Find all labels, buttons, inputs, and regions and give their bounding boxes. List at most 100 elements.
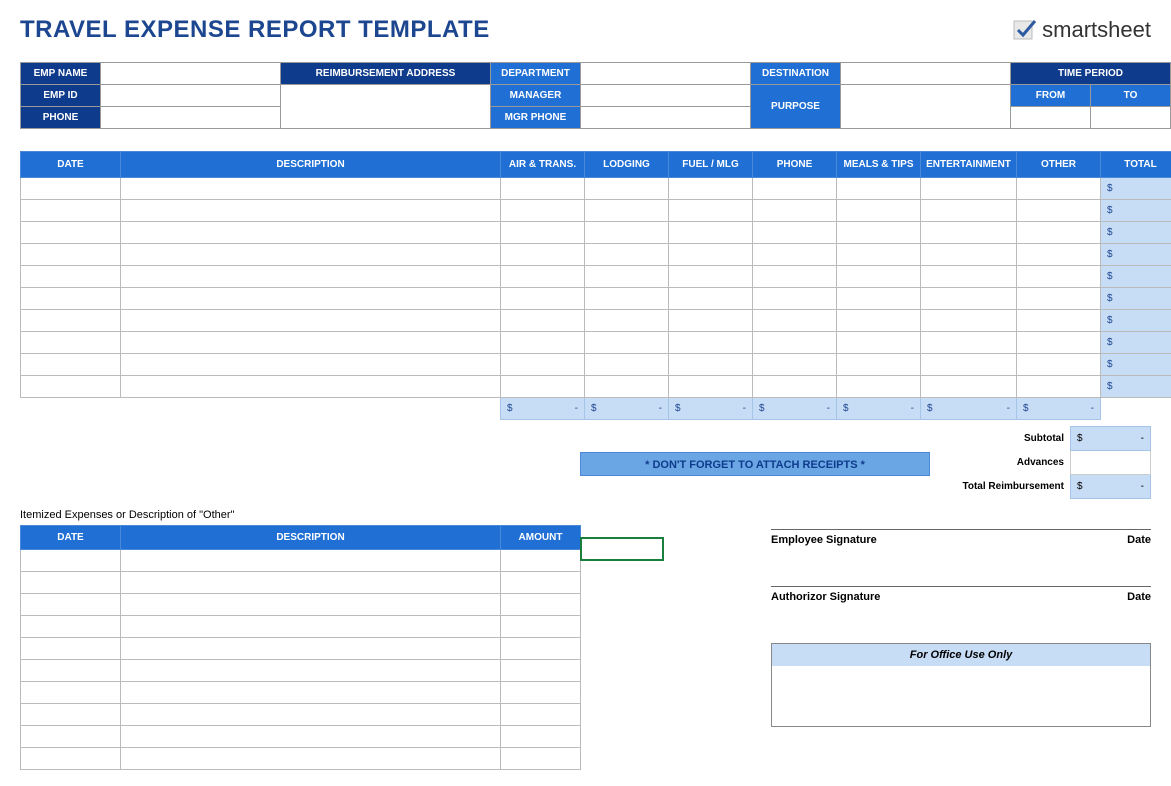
- itemized-cell[interactable]: [21, 550, 121, 572]
- expense-cell[interactable]: [585, 310, 669, 332]
- phone-field[interactable]: [101, 107, 281, 129]
- expense-cell[interactable]: [121, 354, 501, 376]
- expense-cell[interactable]: [669, 266, 753, 288]
- expense-cell[interactable]: [669, 310, 753, 332]
- reimb-addr-field[interactable]: [281, 85, 491, 129]
- expense-cell[interactable]: [121, 376, 501, 398]
- expense-cell[interactable]: [921, 244, 1017, 266]
- expense-cell[interactable]: [669, 332, 753, 354]
- itemized-cell[interactable]: [501, 748, 581, 770]
- expense-cell[interactable]: [669, 200, 753, 222]
- expense-cell[interactable]: [121, 178, 501, 200]
- emp-id-field[interactable]: [101, 85, 281, 107]
- purpose-field[interactable]: [841, 85, 1011, 129]
- expense-cell[interactable]: [921, 376, 1017, 398]
- itemized-cell[interactable]: [21, 616, 121, 638]
- office-use-body[interactable]: [772, 666, 1150, 726]
- expense-cell[interactable]: [1017, 178, 1101, 200]
- expense-cell[interactable]: [837, 244, 921, 266]
- expense-cell[interactable]: [21, 332, 121, 354]
- itemized-cell[interactable]: [21, 704, 121, 726]
- itemized-cell[interactable]: [21, 660, 121, 682]
- itemized-cell[interactable]: [21, 748, 121, 770]
- itemized-cell[interactable]: [501, 704, 581, 726]
- itemized-cell[interactable]: [121, 638, 501, 660]
- itemized-cell[interactable]: [21, 594, 121, 616]
- expense-cell[interactable]: [501, 310, 585, 332]
- expense-cell[interactable]: [1017, 310, 1101, 332]
- from-field[interactable]: [1011, 107, 1091, 129]
- expense-cell[interactable]: [1017, 222, 1101, 244]
- itemized-cell[interactable]: [121, 704, 501, 726]
- itemized-cell[interactable]: [501, 594, 581, 616]
- expense-cell[interactable]: [585, 244, 669, 266]
- expense-cell[interactable]: [21, 244, 121, 266]
- manager-field[interactable]: [581, 85, 751, 107]
- expense-cell[interactable]: [121, 222, 501, 244]
- expense-cell[interactable]: [21, 376, 121, 398]
- to-field[interactable]: [1091, 107, 1171, 129]
- expense-cell[interactable]: [1017, 200, 1101, 222]
- expense-cell[interactable]: [837, 354, 921, 376]
- expense-cell[interactable]: [837, 376, 921, 398]
- expense-cell[interactable]: [585, 178, 669, 200]
- expense-cell[interactable]: [921, 310, 1017, 332]
- expense-cell[interactable]: [585, 200, 669, 222]
- itemized-cell[interactable]: [501, 572, 581, 594]
- expense-cell[interactable]: [21, 266, 121, 288]
- itemized-cell[interactable]: [501, 638, 581, 660]
- expense-cell[interactable]: [21, 288, 121, 310]
- expense-cell[interactable]: [921, 332, 1017, 354]
- expense-cell[interactable]: [1017, 288, 1101, 310]
- itemized-cell[interactable]: [501, 550, 581, 572]
- advances-value[interactable]: [1071, 451, 1151, 475]
- expense-cell[interactable]: [921, 266, 1017, 288]
- expense-cell[interactable]: [21, 310, 121, 332]
- expense-cell[interactable]: [585, 266, 669, 288]
- expense-cell[interactable]: [921, 200, 1017, 222]
- expense-cell[interactable]: [837, 178, 921, 200]
- itemized-cell[interactable]: [121, 594, 501, 616]
- expense-cell[interactable]: [121, 244, 501, 266]
- expense-cell[interactable]: [501, 332, 585, 354]
- expense-cell[interactable]: [21, 222, 121, 244]
- expense-cell[interactable]: [501, 222, 585, 244]
- expense-cell[interactable]: [121, 288, 501, 310]
- itemized-cell[interactable]: [501, 660, 581, 682]
- expense-cell[interactable]: [753, 222, 837, 244]
- expense-cell[interactable]: [921, 354, 1017, 376]
- expense-cell[interactable]: [921, 178, 1017, 200]
- expense-cell[interactable]: [501, 200, 585, 222]
- expense-cell[interactable]: [669, 354, 753, 376]
- expense-cell[interactable]: [1017, 332, 1101, 354]
- expense-cell[interactable]: [753, 266, 837, 288]
- expense-cell[interactable]: [753, 332, 837, 354]
- expense-cell[interactable]: [585, 354, 669, 376]
- itemized-cell[interactable]: [121, 572, 501, 594]
- expense-cell[interactable]: [753, 310, 837, 332]
- expense-cell[interactable]: [1017, 376, 1101, 398]
- itemized-cell[interactable]: [501, 726, 581, 748]
- expense-cell[interactable]: [837, 222, 921, 244]
- expense-cell[interactable]: [669, 376, 753, 398]
- expense-cell[interactable]: [753, 244, 837, 266]
- expense-cell[interactable]: [669, 244, 753, 266]
- expense-cell[interactable]: [837, 288, 921, 310]
- expense-cell[interactable]: [121, 266, 501, 288]
- expense-cell[interactable]: [585, 288, 669, 310]
- expense-cell[interactable]: [669, 288, 753, 310]
- emp-name-field[interactable]: [101, 63, 281, 85]
- itemized-cell[interactable]: [121, 726, 501, 748]
- itemized-cell[interactable]: [501, 682, 581, 704]
- expense-cell[interactable]: [669, 178, 753, 200]
- expense-cell[interactable]: [585, 332, 669, 354]
- expense-cell[interactable]: [21, 354, 121, 376]
- expense-cell[interactable]: [837, 310, 921, 332]
- itemized-cell[interactable]: [121, 660, 501, 682]
- expense-cell[interactable]: [669, 222, 753, 244]
- expense-cell[interactable]: [21, 178, 121, 200]
- department-field[interactable]: [581, 63, 751, 85]
- expense-cell[interactable]: [753, 376, 837, 398]
- itemized-cell[interactable]: [501, 616, 581, 638]
- itemized-cell[interactable]: [121, 748, 501, 770]
